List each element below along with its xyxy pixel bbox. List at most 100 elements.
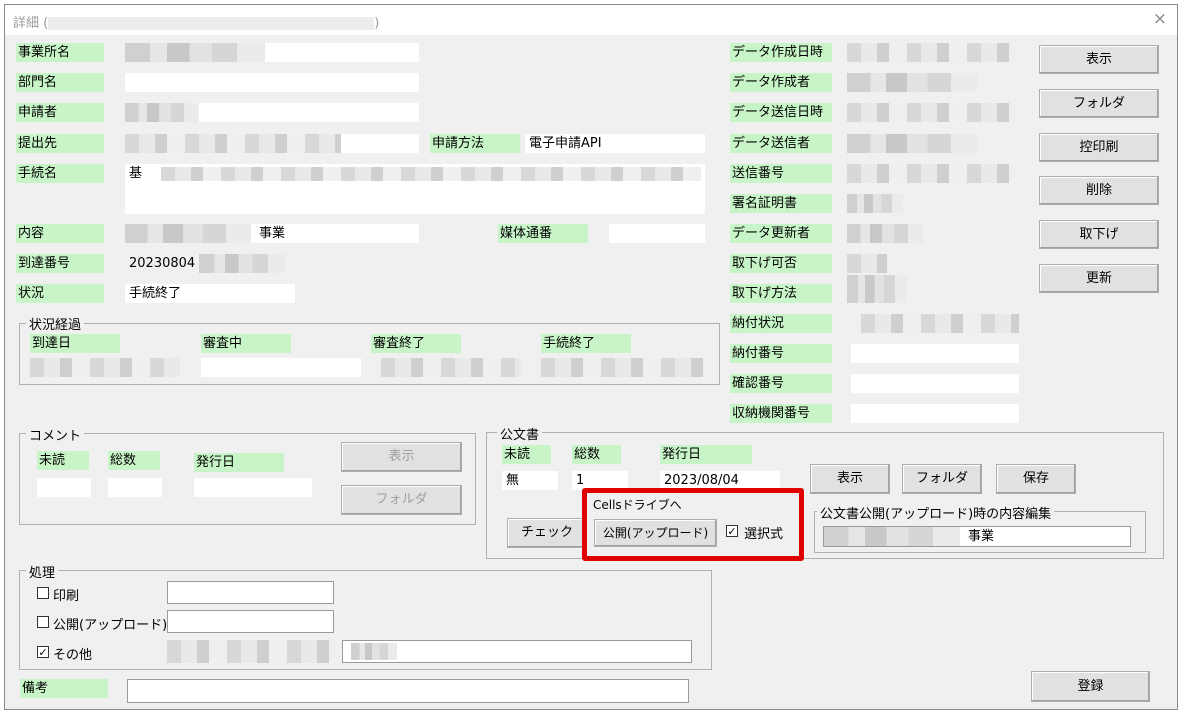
content-edit-title: 公文書公開(アップロード)時の内容編集 bbox=[817, 503, 1055, 522]
upload-button[interactable]: 公開(アップロード) bbox=[594, 519, 717, 547]
official-title: 公文書 bbox=[497, 424, 543, 443]
withdraw-button[interactable]: 取下げ bbox=[1039, 220, 1159, 249]
field-payment-no bbox=[851, 344, 1019, 363]
label-data-creator: データ作成者 bbox=[730, 73, 832, 92]
window-title: 詳細 () bbox=[13, 16, 380, 31]
content-edit-value: 事業 bbox=[968, 529, 995, 544]
field-data-sent-at bbox=[847, 103, 1019, 122]
status-value-arrival bbox=[30, 358, 180, 377]
upload-label: 公開(アップロード) bbox=[53, 618, 168, 633]
arrival-no-value: 20230804 bbox=[129, 256, 196, 271]
status-value-reviewed bbox=[381, 358, 521, 377]
label-office: 事業所名 bbox=[16, 43, 104, 62]
label-receiver-no: 収納機関番号 bbox=[730, 404, 832, 423]
official-check-button[interactable]: チェック bbox=[507, 518, 587, 548]
print-field[interactable] bbox=[167, 581, 334, 604]
field-data-creator bbox=[847, 73, 977, 92]
field-receiver-no bbox=[851, 404, 1019, 423]
upload-field[interactable] bbox=[167, 610, 334, 633]
field-apply-method: 電子申請API bbox=[525, 134, 705, 153]
field-data-sender bbox=[847, 134, 977, 153]
upload-checkbox[interactable] bbox=[37, 616, 49, 628]
label-withdraw-method: 取下げ方法 bbox=[730, 284, 832, 303]
procedure-prefix: 基 bbox=[129, 166, 143, 181]
official-unread-label: 未読 bbox=[502, 445, 551, 464]
folder-button[interactable]: フォルダ bbox=[1039, 89, 1159, 118]
status-header-reviewed: 審査終了 bbox=[371, 334, 461, 353]
label-media-no: 媒体通番 bbox=[498, 224, 588, 243]
comment-folder-button[interactable]: フォルダ bbox=[341, 485, 462, 515]
comment-unread-field bbox=[37, 478, 91, 497]
field-submit-to bbox=[125, 134, 419, 153]
label-status: 状況 bbox=[16, 284, 104, 303]
other-field-1[interactable] bbox=[167, 640, 336, 663]
register-button[interactable]: 登録 bbox=[1031, 671, 1150, 702]
label-apply-method: 申請方法 bbox=[430, 134, 520, 153]
field-status: 手続終了 bbox=[125, 284, 295, 303]
label-sig-cert: 署名証明書 bbox=[730, 194, 832, 213]
close-icon[interactable]: × bbox=[1153, 9, 1167, 29]
select-checkbox[interactable]: ✓ bbox=[726, 525, 738, 538]
field-dept bbox=[125, 73, 419, 92]
official-total-label: 総数 bbox=[572, 445, 621, 464]
field-withdraw-method bbox=[847, 275, 907, 303]
comment-total-field bbox=[108, 478, 162, 497]
label-note: 備考 bbox=[20, 679, 108, 698]
field-withdraw-ok bbox=[847, 254, 887, 273]
field-arrival-no: 20230804 bbox=[125, 254, 286, 273]
label-content: 内容 bbox=[16, 224, 104, 243]
official-folder-button[interactable]: フォルダ bbox=[902, 464, 982, 494]
field-sig-cert bbox=[847, 194, 903, 213]
label-data-sent-at: データ送信日時 bbox=[730, 103, 832, 122]
official-show-button[interactable]: 表示 bbox=[810, 464, 890, 494]
official-unread-field: 無 bbox=[502, 471, 558, 490]
field-procedure: 基 bbox=[125, 164, 705, 214]
status-history-title: 状況経過 bbox=[26, 314, 85, 333]
content-value: 事業 bbox=[259, 226, 286, 241]
label-withdraw-ok: 取下げ可否 bbox=[730, 254, 832, 273]
select-label: 選択式 bbox=[744, 527, 784, 542]
official-issued-label: 発行日 bbox=[660, 445, 752, 464]
field-office bbox=[125, 43, 419, 62]
comment-issued-label: 発行日 bbox=[194, 453, 284, 472]
field-applicant bbox=[125, 103, 419, 122]
print-label: 印刷 bbox=[53, 589, 80, 604]
content-edit-field[interactable]: 事業 bbox=[823, 526, 1131, 547]
show-button[interactable]: 表示 bbox=[1039, 45, 1159, 74]
label-dept: 部門名 bbox=[16, 73, 104, 92]
label-arrival-no: 到達番号 bbox=[16, 254, 104, 273]
label-payment-no: 納付番号 bbox=[730, 344, 832, 363]
label-procedure: 手続名 bbox=[16, 164, 104, 183]
other-label: その他 bbox=[53, 648, 93, 663]
field-media-no bbox=[609, 224, 705, 243]
official-save-button[interactable]: 保存 bbox=[996, 464, 1076, 494]
field-data-updater bbox=[847, 224, 923, 243]
other-checkbox[interactable]: ✓ bbox=[37, 646, 49, 659]
refresh-button[interactable]: 更新 bbox=[1039, 264, 1159, 293]
label-data-created-at: データ作成日時 bbox=[730, 43, 832, 62]
other-field-2[interactable] bbox=[342, 640, 692, 663]
field-confirm-no bbox=[851, 374, 1019, 393]
process-title: 処理 bbox=[26, 562, 59, 581]
status-header-reviewing: 審査中 bbox=[201, 334, 291, 353]
status-value-finished bbox=[541, 358, 705, 377]
note-field[interactable] bbox=[127, 679, 689, 703]
field-data-created-at bbox=[847, 43, 1019, 62]
copy-print-button[interactable]: 控印刷 bbox=[1039, 133, 1159, 162]
comment-issued-field bbox=[194, 478, 312, 497]
status-header-arrival: 到達日 bbox=[30, 334, 120, 353]
title-bar: 詳細 () × bbox=[5, 5, 1177, 35]
delete-button[interactable]: 削除 bbox=[1039, 176, 1159, 205]
field-send-no bbox=[847, 164, 1019, 183]
label-data-sender: データ送信者 bbox=[730, 134, 832, 153]
cells-drive-title: Cellsドライブへ bbox=[593, 498, 682, 512]
comment-total-label: 総数 bbox=[108, 451, 160, 470]
status-value-reviewing bbox=[201, 358, 361, 377]
comment-show-button[interactable]: 表示 bbox=[341, 442, 462, 472]
status-header-finished: 手続終了 bbox=[541, 334, 631, 353]
label-payment-status: 納付状況 bbox=[730, 314, 832, 333]
print-checkbox[interactable] bbox=[37, 587, 49, 599]
label-confirm-no: 確認番号 bbox=[730, 374, 832, 393]
field-content: 事業 bbox=[125, 224, 419, 243]
label-applicant: 申請者 bbox=[16, 103, 104, 122]
